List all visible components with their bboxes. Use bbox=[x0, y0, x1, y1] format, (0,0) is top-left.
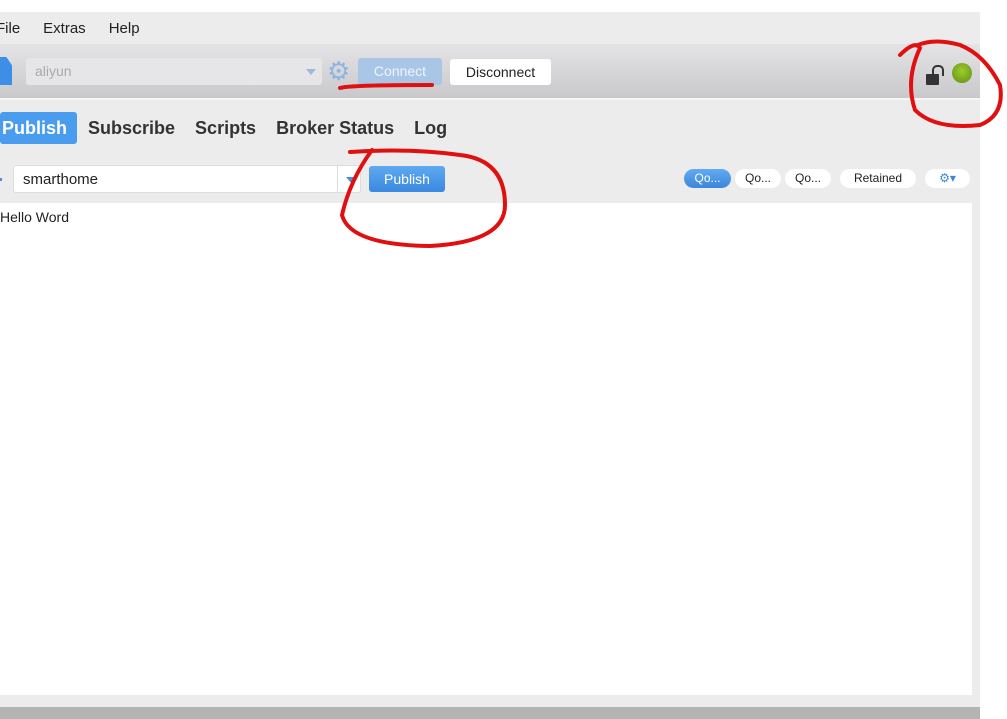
annotation-underline bbox=[338, 83, 434, 90]
status-bar bbox=[0, 707, 980, 719]
annotation-circle-publish bbox=[339, 148, 508, 249]
annotation-circle-status bbox=[898, 39, 1003, 128]
red-annotations bbox=[338, 39, 1003, 249]
